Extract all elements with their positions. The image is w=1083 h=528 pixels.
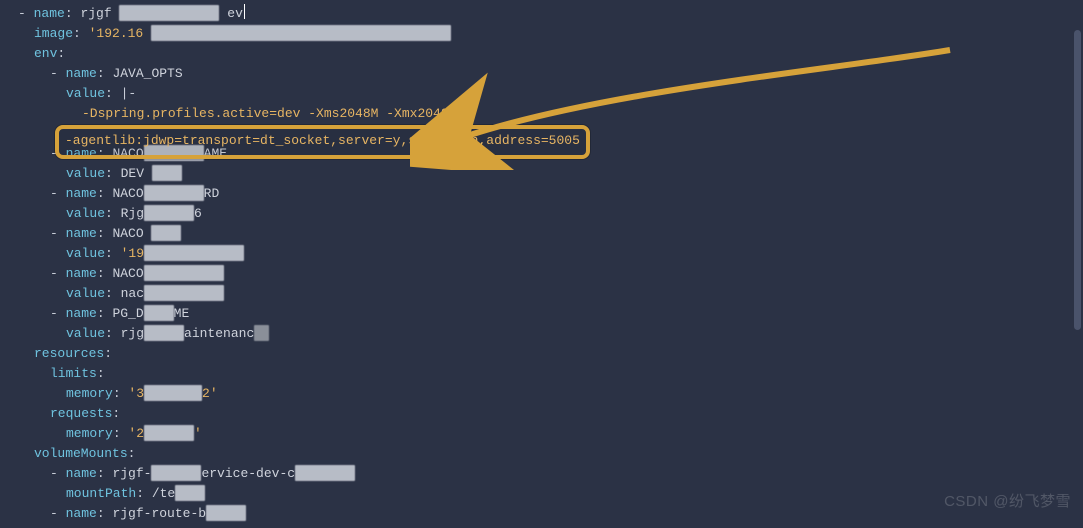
yaml-line: - name: rjgf-route-b xyxy=(50,504,1083,524)
yaml-line: memory: '32' xyxy=(66,384,1083,404)
vertical-scrollbar[interactable] xyxy=(1072,0,1083,520)
yaml-line: resources: xyxy=(34,344,1083,364)
yaml-line: env: xyxy=(34,44,1083,64)
yaml-line: value: '19 xyxy=(66,244,1083,264)
yaml-line: limits: xyxy=(50,364,1083,384)
yaml-line: requests: xyxy=(50,404,1083,424)
yaml-line: value: DEV xyxy=(66,164,1083,184)
yaml-line: - name: NACO xyxy=(50,264,1083,284)
yaml-line: - name: JAVA_OPTS xyxy=(50,64,1083,84)
yaml-line: - name: PG_DME xyxy=(50,304,1083,324)
yaml-line: - name: NACO xyxy=(50,224,1083,244)
yaml-line: - name: NACORD xyxy=(50,184,1083,204)
yaml-line: value: |- xyxy=(66,84,1083,104)
scrollbar-thumb[interactable] xyxy=(1074,30,1081,330)
yaml-line: volumeMounts: xyxy=(34,444,1083,464)
yaml-line: - name: rjgf ev xyxy=(18,4,1083,24)
yaml-line: value: nac xyxy=(66,284,1083,304)
yaml-line: value: rjgaintenanc xyxy=(66,324,1083,344)
yaml-line: memory: '2' xyxy=(66,424,1083,444)
agentlib-text: -agentlib:jdwp=transport=dt_socket,serve… xyxy=(65,133,580,148)
yaml-line: image: '192.16 xyxy=(34,24,1083,44)
yaml-editor[interactable]: - name: rjgf ev image: '192.16 env: - na… xyxy=(0,0,1083,528)
yaml-line: value: Rjg6 xyxy=(66,204,1083,224)
yaml-line: mountPath: /te xyxy=(66,484,1083,504)
yaml-line: -Dspring.profiles.active=dev -Xms2048M -… xyxy=(82,104,1083,124)
text-cursor xyxy=(244,4,245,19)
highlight-callout: -agentlib:jdwp=transport=dt_socket,serve… xyxy=(55,125,590,159)
yaml-line: - name: rjgf-ervice-dev-c xyxy=(50,464,1083,484)
